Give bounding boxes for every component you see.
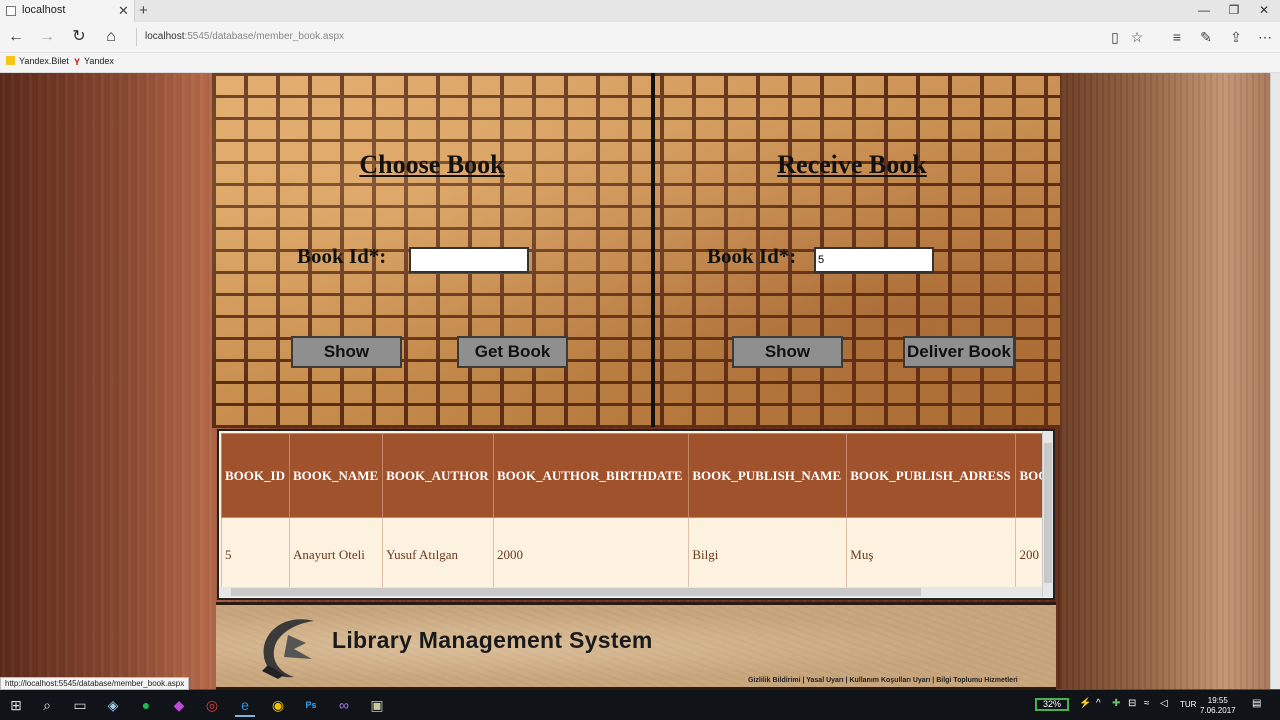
column-header: BOOK_AUTHOR_BIRTHDATE [492, 433, 690, 518]
table-row[interactable]: 5 Anayurt Oteli Yusuf Atılgan 2000 Bilgi… [221, 517, 1053, 593]
minimize-icon[interactable]: — [1192, 3, 1216, 17]
book-grid: BOOK_ID BOOK_NAME BOOK_AUTHOR BOOK_AUTHO… [217, 429, 1055, 600]
yandex-icon: Y [74, 57, 81, 67]
visual-studio-icon[interactable]: ◆ [169, 695, 189, 715]
ticket-icon [6, 56, 15, 65]
column-header: BOOK_PUBLISH_ADRESS [846, 433, 1017, 518]
restore-icon[interactable]: ❐ [1222, 3, 1246, 17]
app-infinity-icon[interactable]: ∞ [334, 695, 354, 715]
language-indicator[interactable]: TUR [1180, 700, 1196, 709]
clock-date: 7.06.2017 [1200, 706, 1236, 715]
tray-app-icon[interactable]: ✚ [1112, 698, 1120, 709]
table-cell: Bilgi [688, 517, 848, 593]
new-tab-icon[interactable]: + [139, 2, 148, 19]
receive-show-button[interactable]: Show [732, 336, 843, 368]
url-field[interactable]: localhost:5545/database/member_book.aspx [145, 31, 344, 42]
favorite-yandex-bilet[interactable]: Yandex.Bilet [6, 56, 69, 66]
favorite-label: Yandex.Bilet [19, 56, 69, 66]
scroll-thumb[interactable] [1044, 443, 1052, 583]
table-cell: 5 [221, 517, 290, 593]
back-icon[interactable]: ← [4, 27, 28, 47]
share-icon[interactable]: ⇪ [1225, 27, 1247, 47]
grid-horizontal-scrollbar[interactable] [219, 587, 1042, 597]
reading-view-icon[interactable]: ▯ [1104, 27, 1126, 47]
app-terminal-icon[interactable]: ▣ [367, 695, 387, 715]
favorite-star-icon[interactable]: ☆ [1126, 27, 1148, 47]
receive-book-id-input[interactable] [814, 247, 934, 273]
power-icon[interactable]: ⚡ [1079, 698, 1091, 709]
column-header: BOOK_AUTHOR [382, 433, 494, 518]
close-window-icon[interactable]: ✕ [1252, 3, 1276, 17]
receive-book-id-label: Book Id*: [707, 244, 797, 268]
section-divider [651, 73, 655, 427]
chrome-icon[interactable]: ◉ [268, 695, 288, 715]
footer-links[interactable]: Gizlilik Bildirimi | Yasal Uyarı | Kulla… [748, 677, 1018, 684]
home-icon[interactable]: ⌂ [99, 27, 123, 47]
notifications-icon[interactable]: ▤ [1252, 698, 1261, 709]
choose-show-button[interactable]: Show [291, 336, 402, 368]
tray-chevron-icon[interactable]: ^ [1096, 698, 1101, 709]
choose-book-id-input[interactable] [409, 247, 529, 273]
status-url-tooltip: http://localhost:5545/database/member_bo… [0, 677, 190, 690]
web-note-icon[interactable]: ✎ [1195, 27, 1217, 47]
more-icon[interactable]: ⋯ [1254, 27, 1276, 47]
clock[interactable]: 19:55 7.06.2017 [1200, 696, 1236, 716]
browser-tab[interactable]: localhost ✕ [0, 0, 135, 22]
app-3d-icon[interactable]: ◈ [103, 695, 123, 715]
edge-icon[interactable]: e [235, 695, 255, 717]
clock-time: 19:55 [1207, 696, 1228, 705]
receive-book-title: Receive Book [777, 150, 927, 179]
close-tab-icon[interactable]: ✕ [118, 3, 129, 19]
url-host: localhost [145, 31, 185, 42]
wifi-icon[interactable]: ≈ [1144, 698, 1150, 709]
column-header: BOOK_NAME [288, 433, 384, 518]
table-cell: 2000 [492, 517, 690, 593]
battery-indicator[interactable]: 32% [1035, 698, 1069, 711]
refresh-icon[interactable]: ↻ [67, 27, 91, 47]
choose-book-title: Choose Book [359, 150, 505, 179]
scroll-thumb[interactable] [231, 588, 921, 596]
favorites-bar: Yandex.Bilet Y Yandex [0, 53, 1280, 73]
app-red-icon[interactable]: ◎ [202, 695, 222, 715]
tab-title: localhost [22, 4, 66, 16]
book-table: BOOK_ID BOOK_NAME BOOK_AUTHOR BOOK_AUTHO… [221, 433, 1053, 593]
task-view-icon[interactable]: ▭ [70, 695, 90, 715]
footer-title: Library Management System [332, 627, 653, 653]
spotify-icon[interactable]: ● [136, 695, 156, 715]
library-logo-icon [262, 619, 314, 679]
choose-book-id-label: Book Id*: [297, 244, 387, 268]
table-cell: Muş [846, 517, 1017, 593]
volume-icon[interactable]: ◁ [1160, 698, 1168, 709]
taskbar: ⊞ ⌕ ▭ ◈ ● ◆ ◎ e ◉ Ps ∞ ▣ 32% ⚡ ^ ✚ ⊟ ≈ ◁… [0, 690, 1280, 720]
search-icon[interactable]: ⌕ [37, 695, 57, 715]
footer-banner: Library Management System Gizlilik Bildi… [216, 602, 1056, 690]
address-divider [136, 28, 137, 46]
favorite-yandex[interactable]: Y Yandex [74, 56, 114, 67]
page-icon [6, 6, 16, 16]
favorite-label: Yandex [84, 56, 114, 66]
table-cell: Anayurt Oteli [288, 517, 384, 593]
tab-bar: localhost ✕ + — ❐ ✕ [0, 0, 1280, 22]
table-header-row: BOOK_ID BOOK_NAME BOOK_AUTHOR BOOK_AUTHO… [221, 433, 1053, 518]
network-icon[interactable]: ⊟ [1128, 698, 1136, 709]
windows-start-icon[interactable]: ⊞ [6, 695, 26, 715]
deliver-book-button[interactable]: Deliver Book [903, 336, 1015, 368]
grid-vertical-scrollbar[interactable] [1042, 431, 1053, 597]
column-header: BOOK_PUBLISH_NAME [688, 433, 848, 518]
get-book-button[interactable]: Get Book [457, 336, 568, 368]
hub-icon[interactable]: ≡ [1166, 27, 1188, 47]
table-cell: Yusuf Atılgan [382, 517, 494, 593]
address-bar: ← → ↻ ⌂ localhost:5545/database/member_b… [0, 22, 1280, 53]
url-path: :5545/database/member_book.aspx [184, 31, 345, 42]
photoshop-icon[interactable]: Ps [301, 695, 321, 715]
column-header: BOOK_ID [221, 433, 290, 518]
forward-icon[interactable]: → [35, 27, 59, 47]
